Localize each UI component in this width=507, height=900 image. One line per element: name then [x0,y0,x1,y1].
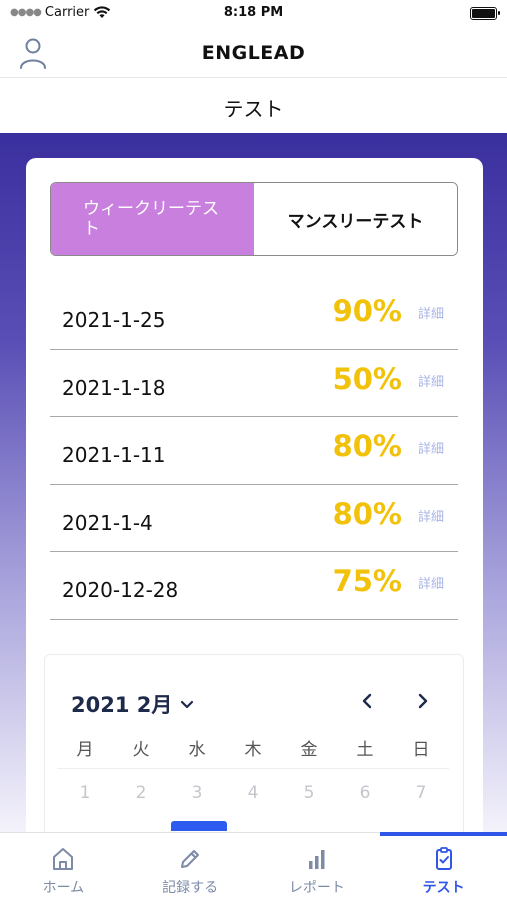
weekday-label: 月 [76,740,94,760]
test-result-row: 2021-1-11 80% 詳細 [50,417,458,485]
calendar-day[interactable]: 3 [169,783,225,803]
bottom-tab-bar: ホーム 記録する レポート テスト [0,832,507,900]
result-score: 50% [332,361,402,396]
calendar-day[interactable]: 4 [225,783,281,803]
chevron-right-icon[interactable] [411,689,435,713]
calendar-day[interactable]: 6 [337,783,393,803]
calendar-day[interactable]: 5 [281,783,337,803]
test-results-list: 2021-1-25 90% 詳細 2021-1-18 50% 詳細 2021-1… [50,282,458,620]
tab-home[interactable]: ホーム [0,833,127,900]
test-type-segmented-control: ウィークリーテスト マンスリーテスト [50,182,458,256]
tab-label: レポート [288,880,345,896]
result-date: 2021-1-18 [62,375,166,400]
battery-icon [470,7,500,20]
app-title: ENGLEAD [201,42,306,64]
month-selector[interactable]: 2021 2月 [71,689,194,719]
weekday-label: 日 [412,740,430,760]
chevron-down-icon [181,700,194,709]
tab-monthly-test[interactable]: マンスリーテスト [254,183,457,255]
weekday-label: 木 [244,740,262,760]
tab-report[interactable]: レポート [254,833,381,900]
weekday-label: 火 [132,740,150,760]
result-score: 75% [332,564,402,598]
chevron-left-icon[interactable] [355,689,379,713]
weekday-header: 月 火 水 木 金 土 日 [57,735,449,769]
test-result-row: 2021-1-18 50% 詳細 [50,350,458,417]
app-header: ENGLEAD [0,28,507,78]
page-header: テスト [0,79,507,133]
calendar-day[interactable]: 7 [393,783,449,803]
pencil-icon [181,850,200,868]
page-title: テスト [223,97,284,121]
tab-label: ホーム [42,880,85,896]
test-result-row: 2021-1-25 90% 詳細 [50,282,458,350]
result-date: 2021-1-11 [62,443,166,467]
bar-chart-icon [308,850,325,869]
result-date: 2020-12-28 [62,578,179,602]
result-date: 2021-1-4 [62,510,153,535]
tab-test[interactable]: テスト [380,832,507,900]
calendar-week-row: 1 2 3 4 5 6 7 [57,783,449,803]
detail-link[interactable]: 詳細 [418,438,444,457]
calendar-day[interactable]: 2 [113,783,169,803]
result-score: 80% [332,496,402,531]
month-label: 2021 2月 [71,693,173,717]
result-date: 2021-1-25 [62,308,166,332]
tab-weekly-test[interactable]: ウィークリーテスト [51,183,254,255]
tab-record[interactable]: 記録する [127,833,254,900]
detail-link[interactable]: 詳細 [418,573,444,592]
detail-link[interactable]: 詳細 [418,371,444,390]
tab-label: 記録する [162,880,219,896]
tab-label: テスト [422,880,465,896]
result-score: 80% [332,429,402,463]
detail-link[interactable]: 詳細 [418,303,444,322]
calendar-day[interactable]: 1 [57,783,113,803]
status-bar: ●●●● Carrier 8:18 PM [0,0,507,28]
test-result-row: 2020-12-28 75% 詳細 [50,552,458,620]
weekday-label: 土 [356,740,374,760]
selected-day-marker [171,821,227,831]
weekday-label: 水 [188,740,206,760]
detail-link[interactable]: 詳細 [418,506,444,525]
home-icon [53,848,74,870]
status-time: 8:18 PM [223,5,284,20]
calendar: 2021 2月 月 火 水 木 金 土 日 1 2 3 4 5 6 7 [44,654,464,854]
test-result-row: 2021-1-4 80% 詳細 [50,485,458,552]
clipboard-check-icon [435,847,452,870]
weekday-label: 金 [300,740,318,760]
result-score: 90% [332,294,402,328]
